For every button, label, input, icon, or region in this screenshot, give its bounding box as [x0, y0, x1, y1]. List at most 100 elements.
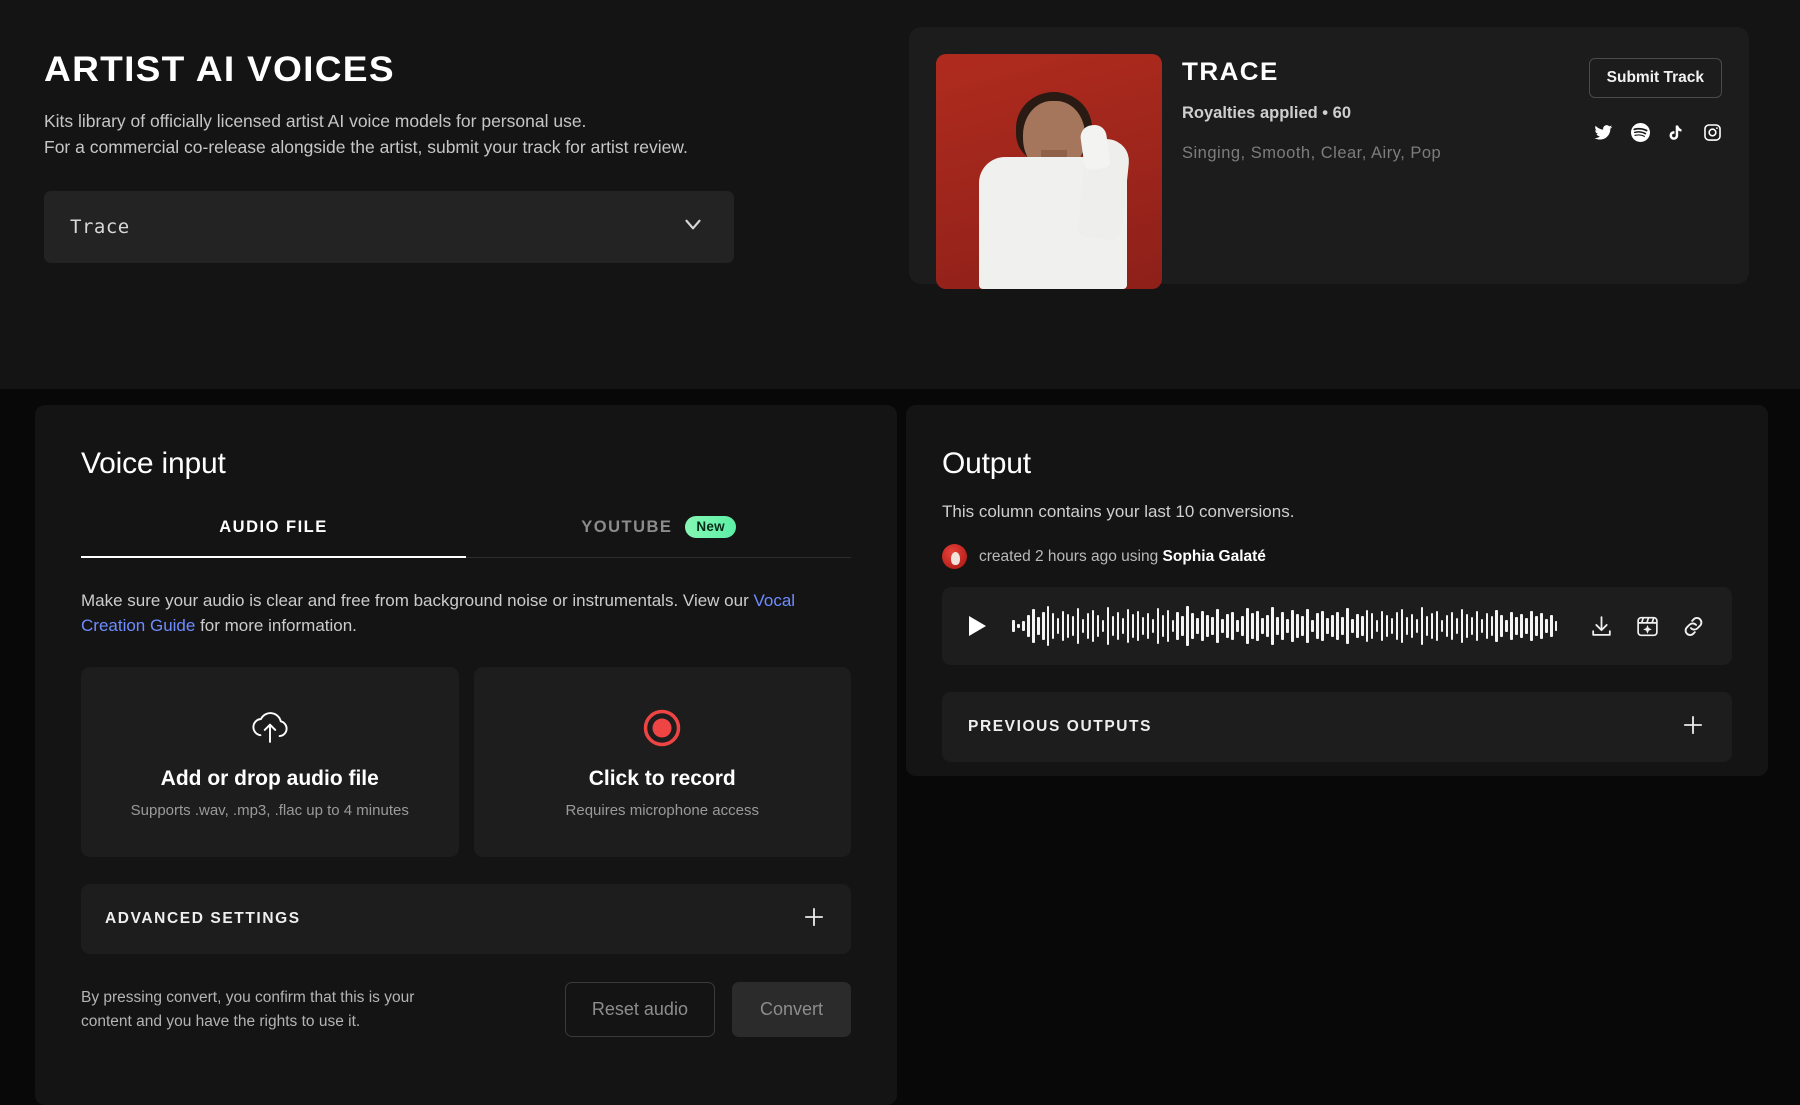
input-method-cards: Add or drop audio file Supports .wav, .m… — [81, 667, 851, 858]
click-to-record-title: Click to record — [588, 767, 736, 791]
cloud-upload-icon — [247, 705, 293, 751]
waveform-bar — [1400, 609, 1404, 643]
waveform-bar — [1335, 612, 1339, 640]
output-panel: Output This column contains your last 10… — [906, 405, 1768, 776]
waveform-bar — [1161, 615, 1165, 637]
link-icon[interactable] — [1681, 614, 1706, 639]
reset-audio-button[interactable]: Reset audio — [564, 982, 715, 1038]
waveform-bar — [1146, 613, 1150, 639]
waveform-bar — [1251, 613, 1254, 639]
voice-input-tabs: AUDIO FILE YOUTUBE New — [81, 516, 851, 558]
waveform-bar — [1355, 614, 1359, 638]
advanced-settings-row[interactable]: ADVANCED SETTINGS — [81, 884, 851, 955]
sparkle-box-icon[interactable] — [1635, 614, 1660, 639]
player-actions — [1589, 614, 1706, 639]
waveform-bar — [1296, 614, 1299, 638]
waveform-bar — [1016, 624, 1020, 628]
waveform-bar — [1475, 611, 1479, 641]
waveform-bar — [1490, 616, 1494, 636]
add-or-drop-audio-subtitle: Supports .wav, .mp3, .flac up to 4 minut… — [130, 802, 409, 820]
waveform-bar — [1470, 617, 1474, 635]
audio-help-text-before: Make sure your audio is clear and free f… — [81, 591, 754, 610]
waveform-bar — [1291, 610, 1294, 642]
waveform-bar — [1136, 611, 1140, 641]
main-content: Voice input AUDIO FILE YOUTUBE New Make … — [0, 389, 1800, 1105]
waveform-bar — [1226, 614, 1229, 638]
waveform-bar — [1460, 609, 1464, 643]
waveform-bar — [1525, 618, 1528, 634]
artist-actions: Submit Track — [1552, 54, 1722, 257]
waveform-bar — [1031, 609, 1035, 643]
waveform-bar — [1515, 617, 1519, 635]
artist-royalties: Royalties applied • 60 — [1182, 104, 1352, 122]
new-badge: New — [685, 516, 736, 538]
audio-player — [942, 587, 1732, 665]
waveform-bar — [1345, 608, 1349, 644]
waveform-bar — [1171, 620, 1175, 632]
waveform-bar — [1360, 616, 1364, 636]
tiktok-icon[interactable] — [1668, 123, 1685, 142]
waveform-bar — [1331, 615, 1334, 637]
hero-subtitle-line1: Kits library of officially licensed arti… — [44, 110, 587, 131]
tab-youtube[interactable]: YOUTUBE New — [466, 516, 851, 557]
waveform-bar — [1375, 620, 1379, 632]
waveform-bar — [1380, 611, 1384, 641]
add-or-drop-audio-card[interactable]: Add or drop audio file Supports .wav, .m… — [81, 667, 459, 858]
waveform-bar — [1071, 616, 1075, 636]
tab-audio-file[interactable]: AUDIO FILE — [81, 516, 466, 557]
waveform-bar — [1276, 617, 1279, 635]
portrait-hand — [1079, 122, 1111, 171]
waveform-bar — [1141, 617, 1145, 635]
instagram-icon[interactable] — [1703, 123, 1722, 142]
waveform-bar — [1236, 620, 1239, 632]
waveform-bar — [1106, 607, 1110, 645]
waveform-bar — [1510, 612, 1514, 640]
waveform-bar — [1116, 612, 1120, 640]
waveform-bar — [1096, 615, 1100, 637]
waveform-bar — [1131, 614, 1135, 638]
artist-avatar — [942, 544, 967, 569]
waveform-bar — [1385, 615, 1389, 637]
waveform-bar — [1271, 607, 1274, 645]
waveform-bar — [1540, 613, 1543, 639]
previous-outputs-label: PREVIOUS OUTPUTS — [968, 718, 1153, 735]
waveform-bar — [1246, 608, 1249, 644]
waveform[interactable] — [1012, 603, 1557, 649]
voice-model-select[interactable]: Trace — [44, 190, 734, 263]
waveform-bar — [1535, 616, 1538, 636]
waveform-bar — [1051, 613, 1055, 639]
click-to-record-card[interactable]: Click to record Requires microphone acce… — [473, 667, 851, 858]
waveform-bar — [1410, 614, 1414, 638]
submit-track-button[interactable]: Submit Track — [1588, 58, 1722, 98]
twitter-icon[interactable] — [1594, 123, 1613, 142]
social-links — [1594, 123, 1722, 142]
waveform-bar — [1241, 616, 1244, 636]
previous-outputs-row[interactable]: PREVIOUS OUTPUTS — [942, 692, 1732, 762]
voice-model-select-value: Trace — [70, 215, 130, 238]
spotify-icon[interactable] — [1631, 123, 1650, 142]
waveform-bar — [1450, 612, 1454, 640]
waveform-bar — [1101, 620, 1105, 632]
output-created-model: Sophia Galaté — [1162, 547, 1266, 565]
waveform-bar — [1520, 614, 1523, 638]
waveform-bar — [1176, 612, 1180, 640]
chevron-down-icon — [680, 211, 706, 242]
hero-subtitle: Kits library of officially licensed arti… — [44, 109, 744, 161]
download-icon[interactable] — [1589, 614, 1614, 639]
artist-card: TRACE Royalties applied • 60 Singing, Sm… — [909, 27, 1749, 289]
waveform-bar — [1425, 616, 1429, 636]
add-or-drop-audio-title: Add or drop audio file — [160, 767, 379, 791]
waveform-bar — [1281, 612, 1284, 640]
convert-button[interactable]: Convert — [731, 982, 851, 1038]
waveform-bar — [1326, 618, 1329, 634]
waveform-bar — [1026, 615, 1030, 637]
play-icon[interactable] — [969, 616, 986, 636]
waveform-bar — [1390, 618, 1394, 634]
waveform-bar — [1261, 618, 1264, 634]
waveform-bar — [1465, 614, 1469, 638]
waveform-bar — [1550, 615, 1553, 637]
artist-name: TRACE — [1182, 58, 1279, 86]
output-meta: created 2 hours ago using Sophia Galaté — [942, 544, 1732, 569]
waveform-bar — [1012, 620, 1015, 632]
waveform-bar — [1420, 607, 1424, 645]
